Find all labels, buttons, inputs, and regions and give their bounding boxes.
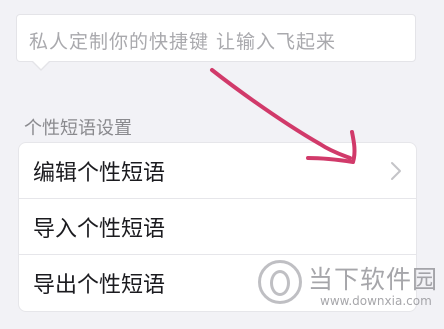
import-phrases-label: 导入个性短语 (33, 216, 166, 242)
chevron-right-icon (391, 161, 401, 180)
tip-text: 私人定制你的快捷键 让输入飞起来 (29, 31, 337, 53)
annotation-arrow (210, 68, 357, 164)
export-phrases-label: 导出个性短语 (33, 273, 166, 298)
watermark-url: www.downxia.com (320, 294, 432, 308)
section-title: 个性短语设置 (24, 118, 132, 139)
tip-bubble: 私人定制你的快捷键 让输入飞起来 (16, 14, 416, 71)
import-phrases-item[interactable]: 导入个性短语 (19, 199, 416, 255)
watermark-name: 当下软件园 (308, 265, 439, 294)
edit-phrases-label: 编辑个性短语 (33, 160, 166, 186)
watermark: 当下软件园 www.downxia.com (256, 256, 442, 326)
watermark-logo-icon (258, 260, 302, 304)
phrase-settings-page: 私人定制你的快捷键 让输入飞起来 个性短语设置 编辑个性短语 导入个性短语 导出… (0, 0, 444, 329)
bubble-tail-fill (32, 60, 50, 69)
